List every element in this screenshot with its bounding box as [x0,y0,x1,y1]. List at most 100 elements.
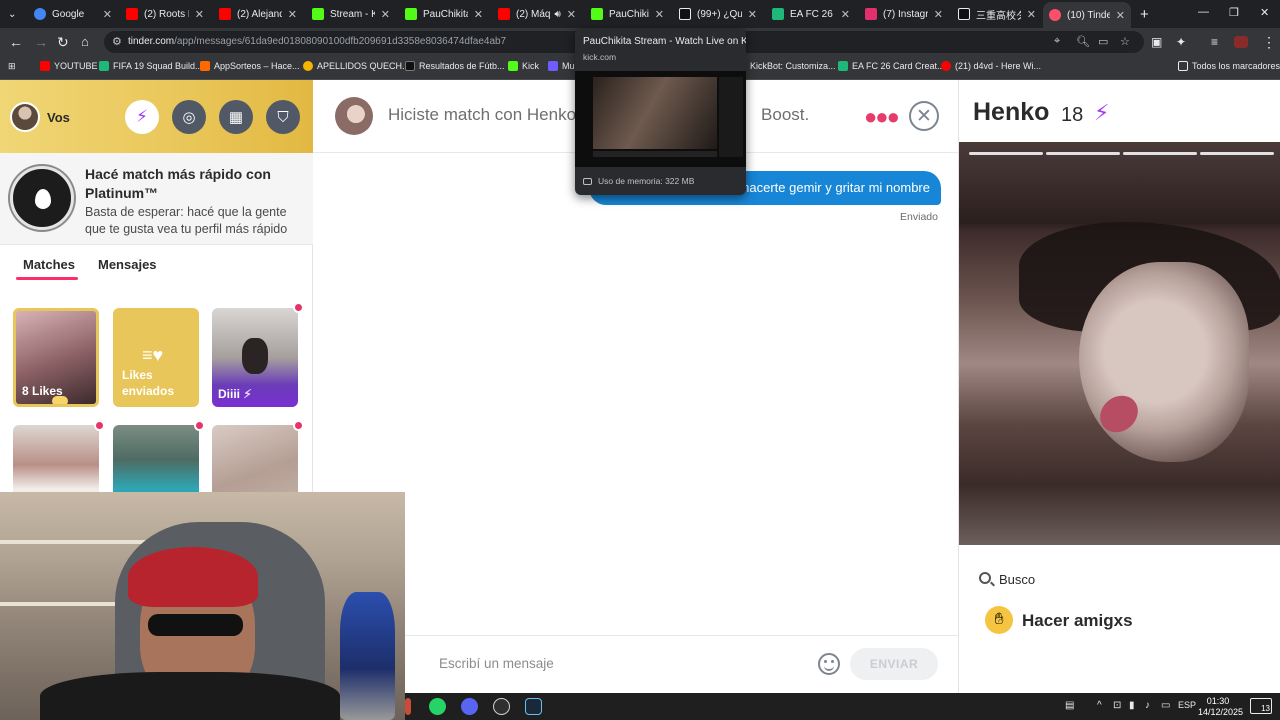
zoom-icon[interactable]: 🔍︎ [1076,35,1090,48]
tray-network-icon[interactable]: ⊡ [1113,700,1121,711]
explore-compass-icon[interactable]: ◎ [172,100,206,134]
tray-chevron-up-icon[interactable]: ^ [1097,700,1102,711]
promo-text: Basta de esperar: hacé que la gente que … [85,205,288,236]
discord-icon[interactable] [461,698,478,715]
tab-youtube-3[interactable]: (2) Máq 🔊︎ ✕ [492,3,582,25]
tab-search-button[interactable]: ⌄ [2,3,24,25]
tab-kick-stream[interactable]: Stream - Kic ✕ [306,3,396,25]
bookmark-all-folder[interactable]: Todos los marcadores [1178,61,1280,71]
close-tab-icon[interactable]: ✕ [288,8,297,21]
hearts-sent-icon: ≡♥ [142,345,164,365]
bookmark-fifa19[interactable]: FIFA 19 Squad Build... [99,61,203,71]
likes-card[interactable]: 8 Likes [13,308,99,407]
profile-photo[interactable] [959,142,1280,545]
tab-tiktok-1[interactable]: (99+) ¿Qué I ✕ [673,3,763,25]
likes-sent-card[interactable]: ≡♥ Likes enviados [113,308,199,407]
speaker-icon[interactable]: 🔊︎ [554,9,560,20]
bookmark-ea-fc-creator[interactable]: EA FC 26 Card Creat... [838,61,945,71]
close-tab-icon[interactable]: ✕ [934,8,943,21]
bookmark-kick[interactable]: Kick [508,61,539,71]
address-url[interactable]: tinder.com/app/messages/61da9ed018080901… [128,36,506,47]
language-indicator[interactable]: ESP [1178,700,1196,710]
puzzle-icon[interactable]: ✦ [1176,34,1186,50]
forward-arrow-icon[interactable]: → [34,34,48,50]
bookmark-mu[interactable]: Mu [548,61,575,71]
photo-indicator[interactable] [1200,152,1274,155]
google-icon [34,8,46,20]
clock[interactable]: 01:30 14/12/2025 [1198,696,1243,718]
tray-display-icon[interactable]: ▤ [1065,700,1074,711]
notifications-icon[interactable]: 13 [1250,698,1272,714]
platinum-promo[interactable]: Hacé match más rápido con Platinum™ Bast… [0,153,313,245]
bookmark-kickbot[interactable]: KickBot: Customiza... [750,61,836,71]
close-tab-icon[interactable]: ✕ [655,8,664,21]
bookmark-apellidos[interactable]: APELLIDOS QUECH... [303,61,410,71]
tab-kick-pauchikita-1[interactable]: PauChikita S ✕ [399,3,489,25]
bookmark-d4vd[interactable]: (21) d4vd - Here Wi... [941,61,1041,71]
close-tab-icon[interactable]: ✕ [567,8,576,21]
tab-ea-fc[interactable]: EA FC 26 Sq ✕ [766,3,856,25]
message-input[interactable]: Escribí un mensaje [439,656,554,671]
looking-for-value: Hacer amigxs [1022,611,1133,630]
close-tab-icon[interactable]: ✕ [195,8,204,21]
tab-matches[interactable]: Matches [23,257,75,272]
bookmark-appsorteos[interactable]: AppSorteos – Hace... [200,61,300,71]
avatar[interactable] [10,102,40,132]
new-tab-button[interactable]: + [1134,3,1154,25]
menu-kebab-icon[interactable]: ⋮ [1262,34,1276,50]
close-tab-icon[interactable]: ✕ [748,8,757,21]
match-card-diiii[interactable]: Diiii ⚡︎ [212,308,298,407]
site-info-icon[interactable]: ⚙︎ [112,35,122,48]
tab-youtube-2[interactable]: (2) Alejandr ✕ [213,3,303,25]
close-tab-icon[interactable]: ✕ [1116,9,1125,22]
profile-age: 18 [1061,104,1084,126]
extension-icon[interactable]: ▣ [1151,34,1162,50]
home-icon[interactable]: ⌂ [81,34,89,50]
tray-battery-icon[interactable]: ▭ [1161,700,1170,711]
boost-icon[interactable]: ⚡︎ [125,100,159,134]
bookmark-resultados[interactable]: Resultados de Fútb... [405,61,505,71]
tab-messages[interactable]: Mensajes [98,257,157,272]
tab-tiktok-2[interactable]: 三重高校ダ ✕ [952,3,1042,25]
back-arrow-icon[interactable]: ← [9,34,23,50]
whatsapp-icon[interactable] [429,698,446,715]
close-tab-icon[interactable]: ✕ [841,8,850,21]
photo-indicator[interactable] [1123,152,1197,155]
send-button[interactable]: ENVIAR [850,648,938,680]
profile-name[interactable]: Vos [47,110,70,125]
close-tab-icon[interactable]: ✕ [474,8,483,21]
steam-icon[interactable] [525,698,542,715]
bookmark-star-icon[interactable]: ☆ [1120,35,1130,48]
photo-progress-bars [969,152,1274,155]
close-tab-icon[interactable]: ✕ [381,8,390,21]
bookmark-youtube[interactable]: YOUTUBE [40,61,98,71]
close-tab-icon[interactable]: ✕ [1027,8,1036,21]
emoji-icon[interactable] [818,653,840,675]
tray-mic-icon[interactable]: ▮ [1129,700,1135,711]
more-options-icon[interactable]: ●●● [864,104,900,130]
tab-kick-pauchikita-2[interactable]: PauChikita S ✕ [585,3,670,25]
briefcase-icon[interactable]: ▦ [219,100,253,134]
match-avatar[interactable] [335,97,373,135]
tab-instagram[interactable]: (7) Instagra ✕ [859,3,949,25]
tray-volume-icon[interactable]: ♪ [1145,700,1150,711]
close-tab-icon[interactable]: ✕ [103,8,112,21]
window-close-button[interactable]: ✕ [1260,6,1269,19]
close-chat-icon[interactable]: ✕ [909,101,939,131]
tab-google[interactable]: Google ✕ [28,3,118,25]
tab-tinder-active[interactable]: (10) Tinder ✕ [1043,2,1131,28]
obs-icon[interactable] [493,698,510,715]
tab-youtube-1[interactable]: (2) Roots Re ✕ [120,3,210,25]
media-icon[interactable]: ≡ [1211,34,1218,50]
install-app-icon[interactable]: ▭ [1098,35,1108,48]
location-icon[interactable]: ⌖ [1054,35,1060,48]
apps-grid-icon[interactable]: ⊞ [8,61,16,72]
photo-indicator[interactable] [969,152,1043,155]
window-restore-button[interactable]: ❐ [1229,6,1239,19]
reload-icon[interactable]: ↻ [57,34,69,50]
photo-indicator[interactable] [1046,152,1120,155]
taskbar-app-icon[interactable] [405,698,411,715]
window-minimize-button[interactable]: — [1198,6,1209,18]
profile-avatar-icon[interactable] [1234,36,1248,48]
shield-icon[interactable]: ⛉ [266,100,300,134]
